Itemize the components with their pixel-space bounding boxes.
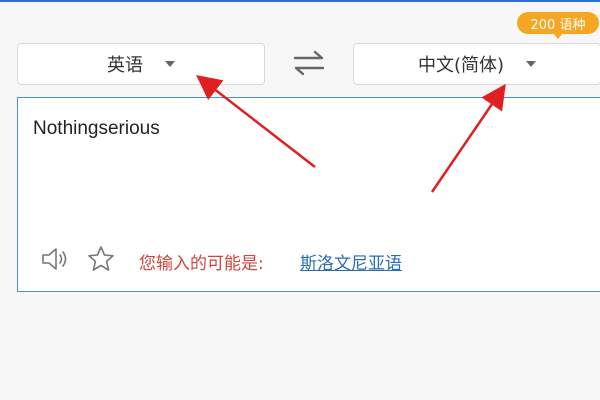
speaker-icon[interactable] bbox=[40, 246, 70, 272]
star-icon[interactable] bbox=[87, 245, 115, 273]
target-language-label: 中文(简体) bbox=[417, 55, 505, 76]
source-language-select[interactable]: 英语 bbox=[17, 43, 265, 85]
source-text-value: Nothingserious bbox=[33, 118, 160, 139]
chevron-down-icon bbox=[526, 61, 537, 67]
chevron-down-icon bbox=[165, 61, 175, 67]
top-accent-line bbox=[0, 0, 600, 2]
source-text-input[interactable]: Nothingserious 您输入的可能是: 斯洛文尼亚语 bbox=[17, 97, 600, 292]
target-language-select[interactable]: 中文(简体) bbox=[353, 43, 600, 85]
swap-arrows-icon bbox=[293, 50, 325, 76]
badge-tail bbox=[553, 33, 563, 39]
language-count-badge: 200 语种 bbox=[517, 12, 599, 34]
source-language-label: 英语 bbox=[107, 55, 143, 76]
language-count-label: 200 语种 bbox=[530, 17, 586, 33]
suggestion-label: 您输入的可能是: bbox=[139, 254, 264, 274]
suggestion-link[interactable]: 斯洛文尼亚语 bbox=[300, 249, 402, 274]
swap-languages-button[interactable] bbox=[289, 48, 329, 78]
